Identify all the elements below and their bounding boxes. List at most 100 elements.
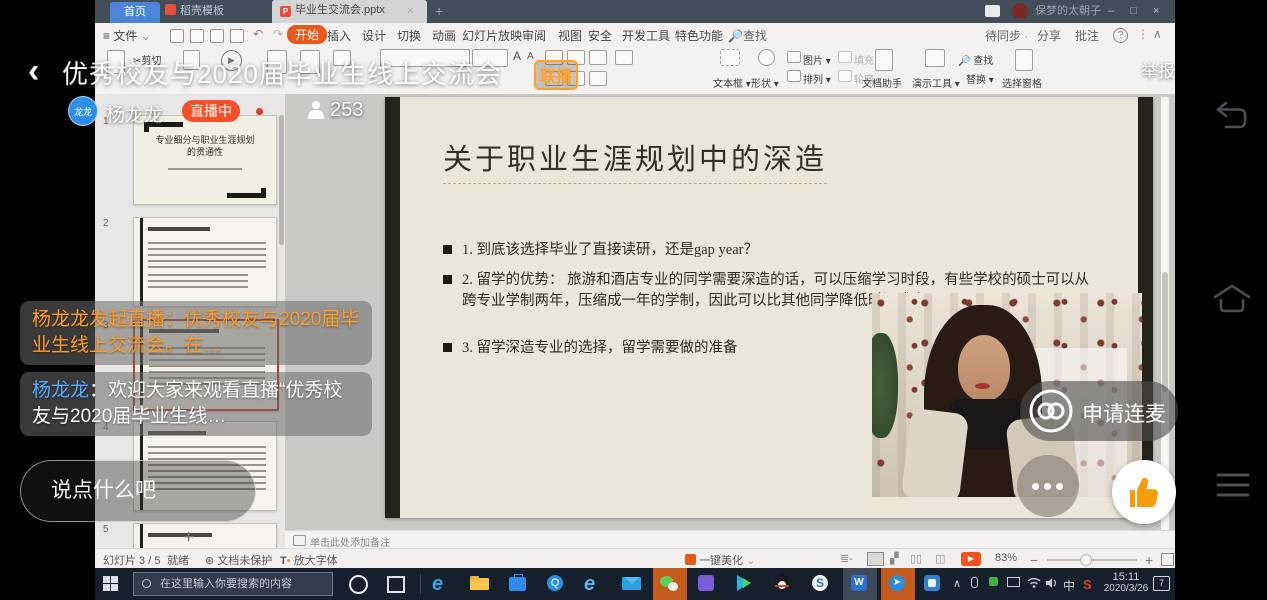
handout-view-icon: ◫ (935, 552, 945, 565)
pointer-app-icon: ➤ (888, 574, 910, 594)
viewer-count: 253 (330, 99, 363, 122)
ribbon-tab-view: 视图 (558, 27, 582, 44)
like-button[interactable] (1112, 460, 1176, 524)
bullet-square-icon (443, 245, 452, 254)
person-lips (975, 383, 990, 389)
file-explorer-icon (470, 574, 492, 594)
thumb-number-2: 2 (103, 218, 109, 229)
purple-app-icon (697, 574, 719, 594)
find-button: 🔎 查找 (958, 52, 993, 67)
ribbon-tab-transition: 切换 (397, 27, 421, 44)
viewer-icon (306, 100, 326, 120)
qq-icon (773, 574, 795, 594)
clock-time: 15:11 (1103, 571, 1149, 583)
more-dots-icon (1032, 483, 1039, 490)
bullet-square-icon (443, 275, 452, 284)
thumb1-title: 专业细分与职业生涯规划的贯通性 (152, 134, 258, 158)
wps-tab-home: 首页 (110, 2, 160, 23)
wps-tab-docer: 稻壳模板 (165, 1, 224, 22)
ppt-file-icon: P (280, 6, 291, 17)
slideshow-play-button: ▶ (961, 552, 981, 566)
slide-title: 关于职业生涯规划中的深造 (443, 136, 827, 184)
wps-menu-row: ≡ 文件 ⌄ ↶ ↷ ⌄ 开始 插入 设计 切换 动画 幻灯片放映 审阅 视图 … (95, 23, 1175, 47)
docer-icon (165, 4, 176, 15)
ready-status: 就绪 (167, 552, 189, 568)
replace-button: 替换 ▾ (966, 71, 994, 86)
tray-volume-icon (1045, 577, 1058, 592)
wps-status-bar: 幻灯片 3 / 5 就绪 ⊛ 文档未保护 T• 放大字体 一键美化 ⌄ ≣- ▞… (95, 548, 1175, 569)
clock: 15:11 2020/3/26 (1103, 571, 1149, 594)
mail-icon (622, 574, 644, 594)
panel-scrollbar (279, 115, 284, 245)
comment-input[interactable]: 说点什么吧 (20, 460, 256, 522)
stream-title: 优秀校友与2020届毕业生线上交流会 (62, 54, 502, 91)
outline-icon (838, 70, 852, 82)
edge-icon: e (432, 574, 454, 594)
file-menu: ≡ 文件 ⌄ (103, 27, 151, 44)
ribbon-tab-security: 安全 (588, 27, 612, 44)
mic-request-button[interactable]: 申请连麦 (1020, 381, 1178, 441)
read-view-icon: ▯▯ (910, 552, 922, 565)
plant (872, 333, 898, 438)
ribbon-tab-slideshow: 幻灯片放映 (462, 27, 522, 44)
tab-close-icon: × (407, 1, 413, 22)
clock-date: 2020/3/26 (1103, 583, 1149, 594)
redo-icon: ↷ (273, 27, 283, 41)
windows-taskbar: 在这里输入你要搜索的内容 e Q e S W ➤ ∧ (95, 568, 1175, 600)
find-menu: 🔎查找 (728, 27, 767, 44)
sogou-icon: S (811, 574, 833, 594)
android-back-button[interactable] (1212, 100, 1252, 135)
slide-thumbnail-1: 专业细分与职业生涯规划的贯通性 (133, 115, 277, 205)
textbox-button: 文本框 ▾ (713, 75, 751, 90)
chat-system-message: 杨龙龙发起直播：优秀校友与2020届毕业生线上交流会。在… (20, 301, 372, 365)
link-mic-icon (1028, 388, 1074, 434)
ribbon-tab-review: 审阅 (522, 27, 546, 44)
protect-status: ⊛ 文档未保护 (205, 552, 272, 568)
live-stream-screen: 首页 稻壳模板 P毕业生交流会.pptx × + 保梦的太朝子 – □ × ≡ … (0, 0, 1267, 600)
restore-icon: □ (1130, 1, 1137, 22)
streamer-avatar[interactable]: 龙龙 (68, 96, 98, 126)
selection-pane-icon (1015, 49, 1033, 71)
minimize-icon: – (1108, 1, 1114, 22)
ribbon-tab-insert: 插入 (327, 27, 351, 44)
live-red-dot (256, 108, 263, 115)
tray-expand-icon: ∧ (953, 577, 961, 590)
notes-icon (293, 535, 306, 546)
align-right-icon (589, 71, 607, 86)
present-tools-icon (925, 49, 945, 67)
ie-icon: e (584, 574, 606, 594)
selection-pane-button: 选择窗格 (1002, 75, 1042, 90)
notes-placeholder: 单击此处添加备注 (310, 534, 390, 549)
shape-button: 形状 ▾ (751, 75, 779, 90)
report-button[interactable]: 举报 (1141, 57, 1175, 82)
slide-bullet-1: 1. 到底该选择毕业了直接读研，还是gap year？ (443, 240, 1103, 261)
person-jacket-left (901, 408, 970, 497)
present-tools-button: 演示工具 ▾ (912, 75, 960, 90)
back-button[interactable]: ‹ (28, 52, 39, 91)
ribbon-tab-design: 设计 (362, 27, 386, 44)
increase-font-icon: A (513, 49, 521, 63)
slide-counter: 幻灯片 3 / 5 (103, 552, 160, 568)
line-spacing-icon (615, 50, 633, 65)
fill-icon (838, 51, 852, 63)
wps-w-icon: W (850, 574, 872, 594)
chat-user-message: 杨龙龙：欢迎大家来观看直播“优秀校友与2020届毕业生线… (20, 372, 372, 436)
notes-bar: 单击此处添加备注 (285, 530, 1175, 549)
android-home-button[interactable] (1211, 282, 1253, 321)
add-slide-button: + (183, 527, 194, 549)
doc-assistant-button: 文档助手 (862, 75, 902, 90)
account-avatar (1012, 3, 1028, 19)
qq-browser-icon: Q (546, 574, 568, 594)
start-button-icon (103, 576, 118, 591)
ribbon-tab-animation: 动画 (432, 27, 456, 44)
zoom-in-icon: + (1145, 552, 1153, 568)
android-recents-button[interactable] (1211, 470, 1255, 505)
textbox-icon (720, 49, 740, 66)
beautify-icon (685, 554, 696, 565)
task-view-icon (385, 574, 407, 594)
wechat-icon (660, 574, 682, 594)
arrange-button: 排列 ▾ (803, 71, 831, 86)
taskbar-search-box: 在这里输入你要搜索的内容 (133, 572, 333, 596)
more-options-button[interactable] (1017, 455, 1079, 517)
zoom-out-icon: − (1030, 552, 1038, 568)
